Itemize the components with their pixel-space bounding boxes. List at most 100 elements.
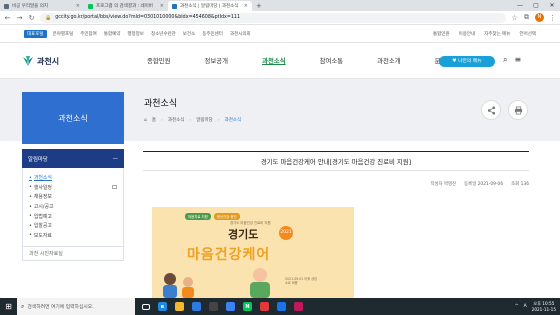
util-link-main-portal[interactable]: 대표포털	[24, 29, 47, 38]
file-explorer-icon[interactable]	[171, 298, 188, 315]
site-logo[interactable]: 과천시	[22, 55, 59, 67]
task-view-icon-glyph	[141, 303, 150, 310]
close-window-button[interactable]: ✕	[544, 0, 560, 11]
breadcrumb-item[interactable]: 알림마당	[196, 117, 213, 123]
tab-title: 과천소식 | 알림마당 | 과천소식	[180, 4, 239, 9]
util-link[interactable]: 청소년수련관	[151, 31, 176, 37]
breadcrumb-item[interactable]: 홈	[152, 117, 156, 123]
poster-tag: 정신건강 증진	[213, 213, 240, 220]
nav-icons: ⌕ ≡	[503, 55, 521, 65]
search-icon[interactable]: ⌕	[503, 55, 507, 65]
task-view-icon[interactable]	[137, 298, 154, 315]
url-text: gccity.go.kr/portal/bbs/view.do?mId=0301…	[55, 15, 241, 20]
extensions-icon[interactable]: ⧉	[523, 13, 530, 22]
edge-icon[interactable]: e	[154, 298, 171, 315]
sidebar-list: • 과천소식 • 행사일정 • 채용정보 • 고시/공고 • 입법예고 • 입찰공고 • 보도자료	[22, 168, 124, 248]
utility-right-links: 통합민원 이용안내 자주찾는 메뉴 언어선택	[433, 25, 536, 43]
sidebar-item[interactable]: • 행사일정	[29, 183, 117, 193]
store-icon[interactable]	[188, 298, 205, 315]
hamburger-menu-icon[interactable]: ≡	[514, 55, 521, 65]
sidebar-item[interactable]: • 입법예고	[29, 211, 117, 221]
gnb-item[interactable]: 종합민원	[147, 56, 171, 65]
post-meta-item: 조회 136	[511, 182, 529, 187]
windows-start-icon[interactable]: ⊞	[0, 302, 17, 311]
sidebar-item[interactable]: • 과천소식	[29, 173, 117, 183]
poster-tags: 마음치료 지원 정신건강 증진	[185, 213, 240, 220]
tab-close-icon[interactable]: ×	[160, 3, 164, 9]
reload-icon[interactable]: ↻	[28, 14, 35, 22]
new-tab-button[interactable]: +	[252, 1, 266, 11]
sidebar-item[interactable]: • 보도자료	[29, 231, 117, 241]
util-right-link[interactable]: 통합민원	[433, 31, 450, 37]
terminal-icon[interactable]	[205, 298, 222, 315]
sidebar-item-archive[interactable]: 과천 시진자료실	[22, 247, 124, 262]
gnb-item[interactable]: 과천소개	[377, 56, 401, 65]
my-menu-button[interactable]: ♥ 나만의 메뉴	[439, 56, 495, 67]
print-button[interactable]	[508, 100, 528, 120]
tab-title: 비공 우리말을 의지	[12, 4, 48, 9]
clock-time: 오후 10:55	[533, 301, 555, 306]
app-pink-icon[interactable]	[290, 298, 307, 315]
util-link[interactable]: 통합예약	[104, 31, 121, 37]
naver-icon[interactable]: N	[239, 298, 256, 315]
breadcrumb-item[interactable]: 과천소식	[225, 117, 242, 123]
forward-icon[interactable]: →	[16, 14, 23, 22]
sidebar-item-label: 과천소식	[33, 175, 52, 182]
tab-close-icon[interactable]: ×	[76, 3, 80, 9]
bookmark-star-icon[interactable]: ☆	[511, 14, 518, 22]
external-link-icon	[112, 185, 117, 190]
bullet-icon: •	[29, 203, 32, 210]
clock[interactable]: 오후 10:55 2021-11-15	[532, 301, 556, 312]
taskbar-search[interactable]: ⌕ 검색하려면 여기에 입력하십시오.	[17, 298, 135, 315]
gnb-item[interactable]: 정보공개	[205, 56, 229, 65]
sidebar-section-header[interactable]: 알림마당 —	[22, 149, 124, 168]
ime-indicator[interactable]: A	[524, 304, 527, 309]
logo-mark-icon	[23, 56, 33, 66]
home-icon[interactable]: ⌂	[144, 118, 147, 123]
browser-tab[interactable]: 프로그램 의 검색결과 : 네이버 ×	[84, 1, 168, 11]
tab-close-icon[interactable]: ×	[244, 3, 248, 9]
gnb-item[interactable]: 과천소식	[262, 56, 286, 65]
breadcrumb-item[interactable]: 과천소식	[168, 117, 185, 123]
logo-text: 과천시	[37, 56, 60, 66]
clock-date: 2021-11-15	[531, 306, 556, 312]
util-link[interactable]: 동주민센터	[202, 31, 223, 37]
taskbar-search-placeholder: 검색하려면 여기에 입력하십시오.	[27, 305, 94, 310]
maximize-button[interactable]: ▢	[528, 0, 544, 11]
poster-tag: 마음치료 지원	[185, 213, 211, 220]
util-right-link[interactable]: 언어선택	[519, 31, 536, 37]
sidebar-item[interactable]: • 고시/공고	[29, 202, 117, 212]
browser-tab[interactable]: 과천소식 | 알림마당 | 과천소식 ×	[168, 1, 252, 11]
util-link[interactable]: 보건소	[183, 31, 195, 37]
app-red-icon[interactable]	[256, 298, 273, 315]
minimize-button[interactable]: —	[512, 0, 528, 11]
browser-menu-icon[interactable]: ⋮	[549, 14, 556, 22]
collapse-icon[interactable]: —	[113, 156, 118, 162]
browser-tab[interactable]: 비공 우리말을 의지 ×	[0, 1, 84, 11]
lock-icon: 🔒	[45, 14, 52, 21]
util-link[interactable]: 주민참여	[80, 31, 97, 37]
util-right-link[interactable]: 자주찾는 메뉴	[484, 31, 510, 37]
url-input[interactable]: 🔒 gccity.go.kr/portal/bbs/view.do?mId=03…	[40, 12, 506, 23]
back-icon[interactable]: ←	[4, 14, 11, 22]
sidebar-item-label: 고시/공고	[33, 204, 54, 211]
sidebar-item[interactable]: • 채용정보	[29, 192, 117, 202]
util-link[interactable]: 분야별포털	[53, 31, 74, 37]
breadcrumb-separator: ›	[189, 117, 192, 123]
util-link[interactable]: 과천시의회	[230, 31, 251, 37]
sidebar-item[interactable]: • 입찰공고	[29, 221, 117, 231]
bullet-icon: •	[29, 222, 32, 229]
gnb-item[interactable]: 참여소통	[320, 56, 344, 65]
profile-avatar[interactable]: N	[535, 13, 544, 22]
mail-icon[interactable]	[222, 298, 239, 315]
chrome-icon[interactable]	[273, 298, 290, 315]
store-icon-glyph	[192, 302, 201, 311]
share-button[interactable]	[481, 100, 501, 120]
util-link[interactable]: 행정정보	[127, 31, 144, 37]
sidebar-item-label: 행사일정	[33, 184, 52, 191]
poster-headline-1: 경기도	[228, 228, 259, 241]
tray-chevron-icon[interactable]: ^	[515, 304, 519, 309]
util-right-link[interactable]: 이용안내	[459, 31, 476, 37]
bullet-icon: •	[29, 213, 32, 220]
poster-year-badge: 2021	[279, 226, 293, 240]
